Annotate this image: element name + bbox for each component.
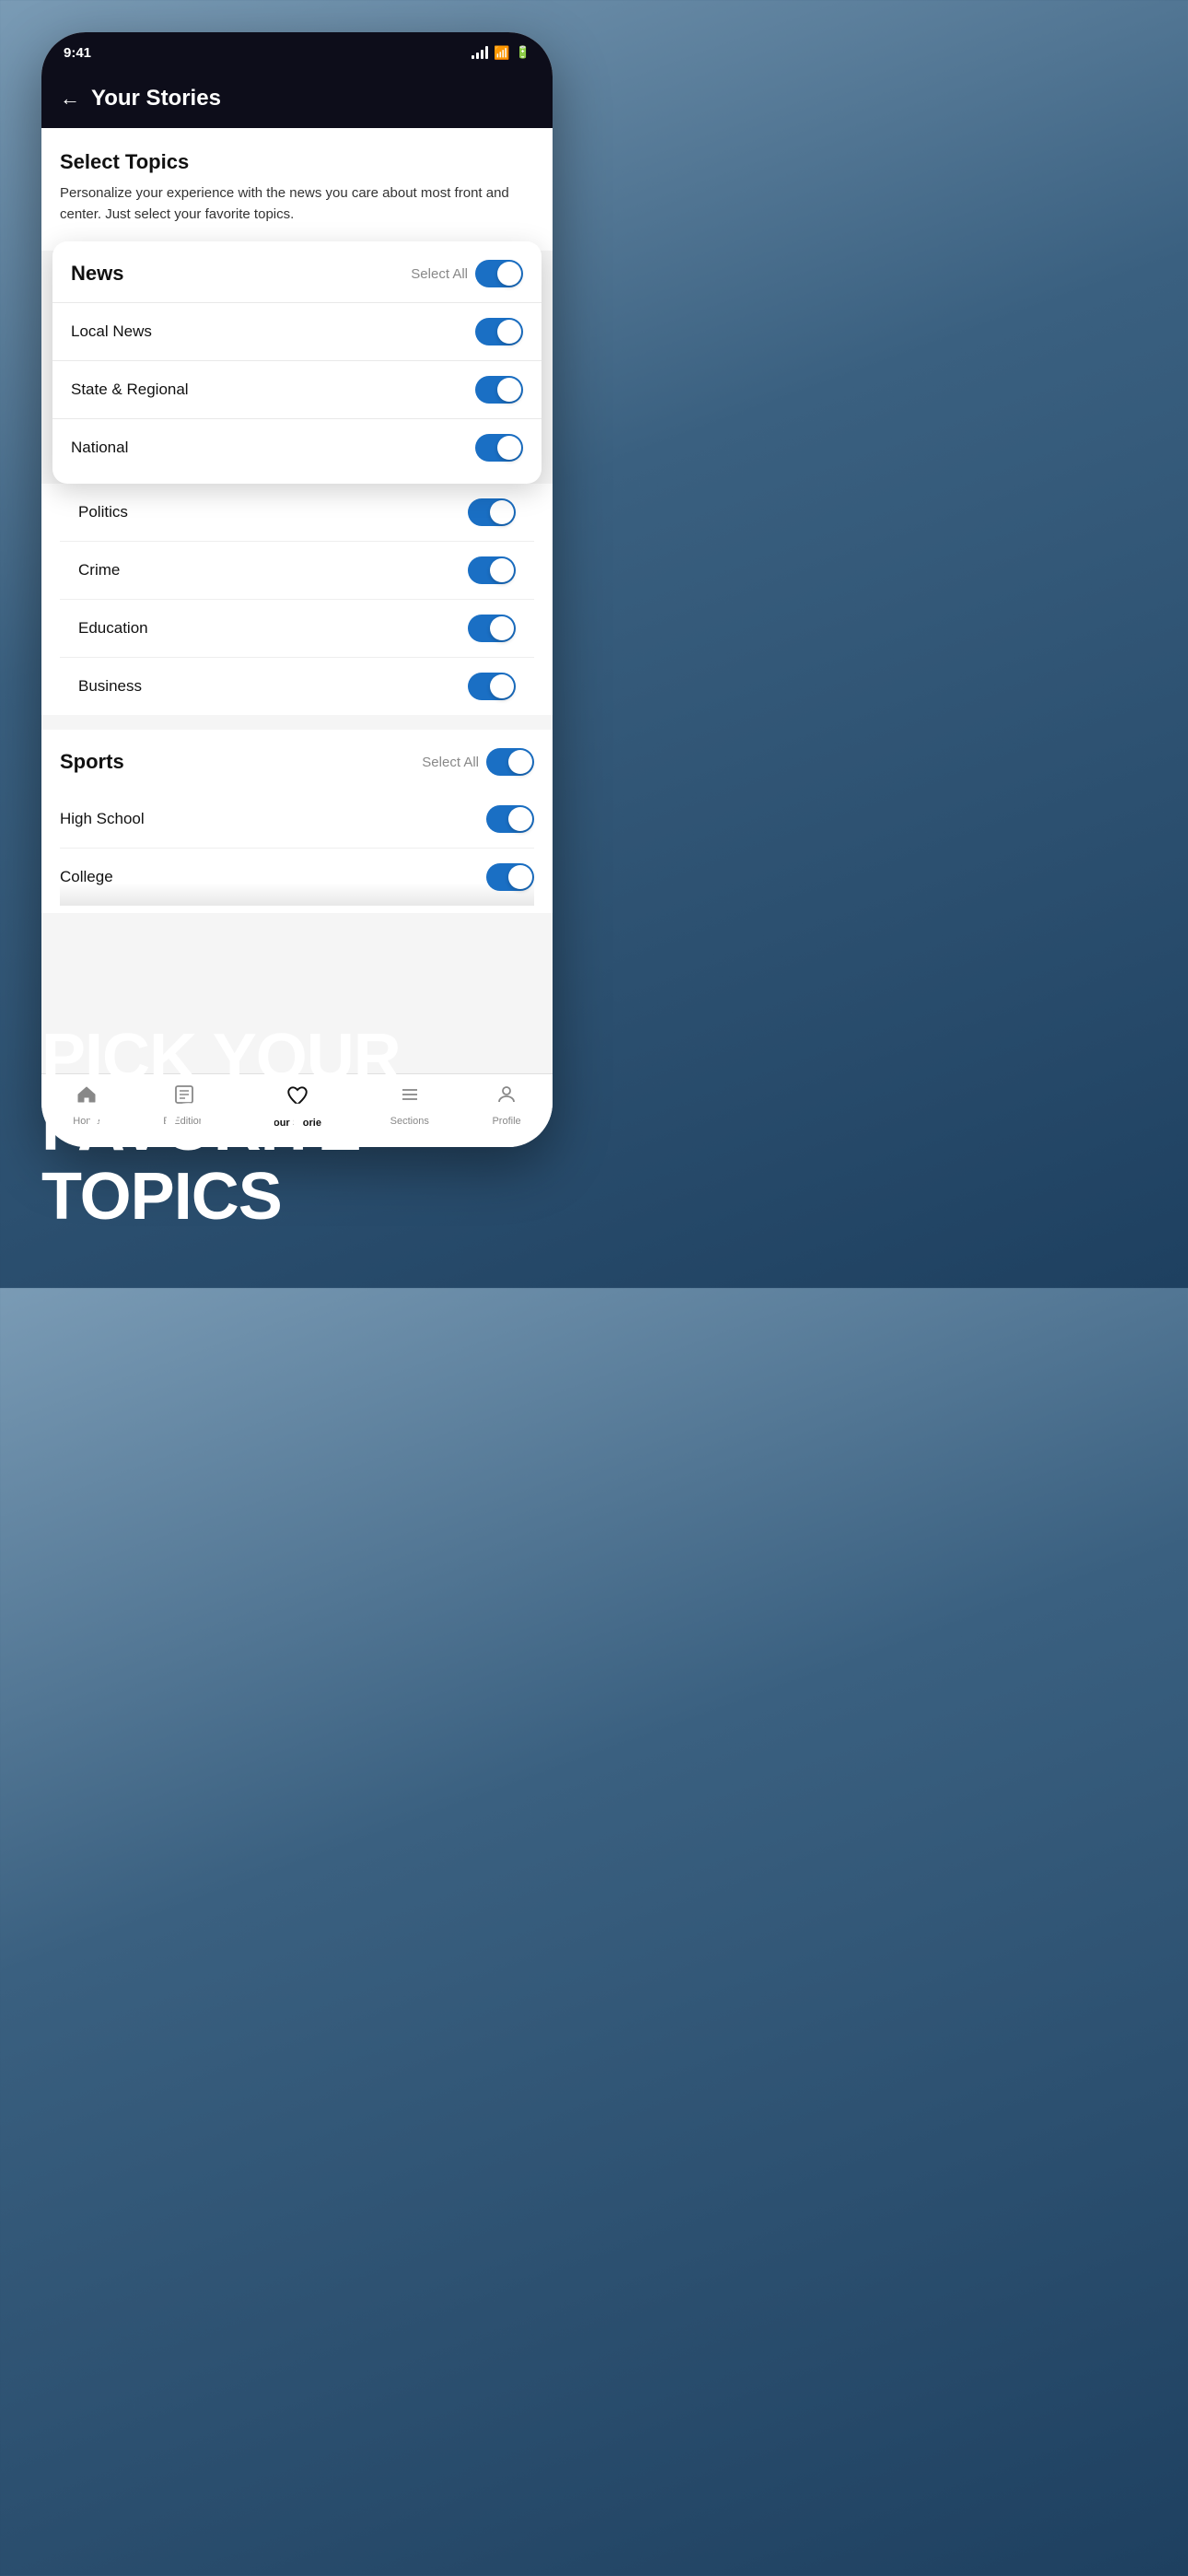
state-regional-toggle[interactable]	[475, 376, 523, 404]
person-icon	[495, 1083, 518, 1112]
status-time: 9:41	[64, 45, 91, 61]
sports-section-title: Sports	[60, 750, 124, 774]
scroll-area[interactable]: Select Topics Personalize your experienc…	[41, 128, 553, 1089]
select-topics-title: Select Topics	[60, 150, 534, 174]
sports-section: Sports Select All High School College	[41, 730, 553, 913]
signal-icon	[472, 46, 488, 59]
battery-icon: 🔋	[516, 45, 530, 60]
more-topics-section: Politics Crime Education Business	[41, 484, 553, 715]
business-toggle[interactable]	[468, 673, 516, 700]
crime-label: Crime	[78, 561, 120, 580]
state-regional-label: State & Regional	[71, 381, 189, 399]
news-card: News Select All Local News State & Regio…	[52, 241, 542, 484]
news-section-title: News	[71, 262, 123, 286]
state-regional-row: State & Regional	[52, 360, 542, 418]
status-icons: 📶 🔋	[472, 45, 530, 61]
politics-toggle[interactable]	[468, 498, 516, 526]
education-label: Education	[78, 619, 148, 638]
big-text-line1: PICK YOUR	[41, 1024, 401, 1094]
business-row: Business	[60, 658, 534, 715]
national-toggle[interactable]	[475, 434, 523, 462]
local-news-toggle[interactable]	[475, 318, 523, 345]
big-text: PICK YOUR FAVORITE TOPICS	[41, 1024, 401, 1233]
news-select-all-label: Select All	[411, 266, 468, 282]
local-news-row: Local News	[52, 302, 542, 360]
crime-row: Crime	[60, 542, 534, 600]
select-topics-description: Personalize your experience with the new…	[60, 183, 534, 225]
college-toggle[interactable]	[486, 863, 534, 891]
business-label: Business	[78, 677, 142, 696]
sports-section-header: Sports Select All	[60, 730, 534, 790]
big-text-line2: FAVORITE	[41, 1094, 401, 1164]
select-topics-section: Select Topics Personalize your experienc…	[41, 128, 553, 251]
national-label: National	[71, 439, 128, 457]
education-row: Education	[60, 600, 534, 658]
news-section-header: News Select All	[52, 241, 542, 302]
crime-toggle[interactable]	[468, 556, 516, 584]
back-button[interactable]: ←	[60, 87, 80, 111]
college-row: College	[60, 849, 534, 906]
app-header: ← Your Stories	[41, 73, 553, 128]
sports-select-all-label: Select All	[422, 755, 479, 770]
politics-row: Politics	[60, 484, 534, 542]
news-select-all-group: Select All	[411, 260, 523, 287]
status-bar: 9:41 📶 🔋	[41, 32, 553, 73]
high-school-row: High School	[60, 790, 534, 849]
nav-item-profile[interactable]: Profile	[492, 1083, 520, 1127]
national-row: National	[52, 418, 542, 476]
education-toggle[interactable]	[468, 615, 516, 642]
politics-label: Politics	[78, 503, 128, 521]
phone-frame: 9:41 📶 🔋 ← Your Stories Select Topics Pe…	[41, 32, 553, 1147]
page-title: Your Stories	[91, 86, 221, 111]
big-text-line3: TOPICS	[41, 1163, 401, 1233]
news-select-all-toggle[interactable]	[475, 260, 523, 287]
list-icon	[399, 1083, 421, 1112]
local-news-label: Local News	[71, 322, 152, 341]
high-school-label: High School	[60, 810, 145, 828]
sports-select-all-toggle[interactable]	[486, 748, 534, 776]
sports-select-all-group: Select All	[422, 748, 534, 776]
high-school-toggle[interactable]	[486, 805, 534, 833]
profile-label: Profile	[492, 1116, 520, 1127]
college-label: College	[60, 868, 113, 886]
wifi-icon: 📶	[494, 45, 509, 61]
